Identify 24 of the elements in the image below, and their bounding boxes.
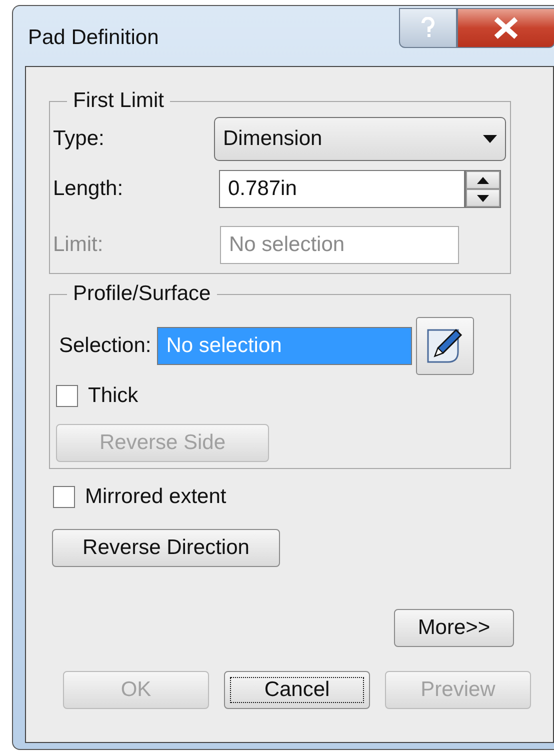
spin-down-icon[interactable]	[466, 189, 500, 207]
checkbox-label: Mirrored extent	[85, 485, 226, 509]
type-label: Type:	[53, 127, 104, 151]
help-button[interactable]	[399, 8, 457, 48]
checkbox-label: Thick	[88, 384, 138, 408]
question-mark-icon	[420, 17, 436, 39]
group-title: First Limit	[72, 89, 165, 113]
checkbox[interactable]	[56, 385, 78, 407]
limit-label: Limit:	[53, 233, 104, 257]
dialog-button[interactable]: Cancel	[224, 671, 370, 709]
length-field[interactable]: 0.787in	[219, 170, 465, 208]
more-button[interactable]: More>>	[394, 609, 514, 647]
caret-icon	[483, 135, 497, 143]
selection-label: Selection:	[59, 334, 152, 358]
group-title: Profile/Surface	[72, 282, 212, 306]
length-label: Length:	[53, 177, 124, 201]
close-button[interactable]	[457, 8, 554, 48]
sketch-button[interactable]	[416, 317, 474, 375]
type-dropdown[interactable]: Dimension	[214, 117, 506, 161]
checkbox[interactable]	[53, 486, 75, 508]
spin-control[interactable]	[465, 170, 501, 208]
window-title: Pad Definition	[28, 26, 159, 50]
reverse-direction-button[interactable]: Reverse Direction	[52, 529, 280, 567]
spin-up-icon[interactable]	[466, 171, 500, 189]
